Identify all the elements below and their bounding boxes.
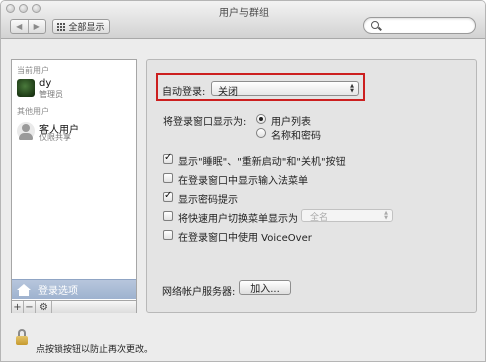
gear-icon[interactable]: ⚙ <box>36 301 52 313</box>
checkbox-show-power-buttons-label: 显示"睡眠"、"重新启动"和"关机"按钮 <box>178 157 346 168</box>
user-row-guest[interactable]: 客人用户 仅限共享 <box>12 119 136 144</box>
checkbox-fast-user-switch-label: 将快速用户切换菜单显示为 <box>178 214 298 225</box>
login-options-label: 登录选项 <box>38 286 78 297</box>
auto-login-value: 关闭 <box>218 87 238 98</box>
other-users-heading: 其他用户 <box>17 107 49 116</box>
fast-switch-value: 全名 <box>310 213 329 223</box>
radio-name-password-label: 名称和密码 <box>271 131 321 142</box>
guest-avatar-icon <box>17 122 35 140</box>
checkbox-fast-user-switch[interactable] <box>163 211 173 221</box>
user-row-dy[interactable]: dy 管理员 <box>12 76 136 101</box>
back-arrow-icon[interactable]: ◀ <box>11 20 28 33</box>
checkbox-password-hints[interactable] <box>163 190 173 202</box>
fast-switch-popup[interactable]: 全名 ▲ ▼ <box>301 209 393 223</box>
radio-user-list[interactable] <box>256 114 266 124</box>
login-options-item[interactable]: 登录选项 <box>12 279 136 299</box>
login-options-panel: 自动登录: 关闭 ▲▼ 将登录窗口显示为: 用户列表 名称和密码 显示"睡眠"、… <box>146 59 477 313</box>
preferences-window: 用户与群组 ◀ ▶ 全部显示 当前用户 dy 管理员 其他用户 客人用户 仅限共… <box>0 0 486 362</box>
user-role: 管理员 <box>39 90 63 99</box>
search-icon <box>371 21 379 29</box>
popup-arrows-icon: ▲ ▼ <box>350 83 354 94</box>
users-sidebar: 当前用户 dy 管理员 其他用户 客人用户 仅限共享 登录选项 + − ⚙ <box>11 59 137 313</box>
checkbox-password-hints-label: 显示密码提示 <box>178 195 238 206</box>
user-role: 仅限共享 <box>39 133 71 142</box>
sidebar-toolbar: + − ⚙ <box>12 300 136 313</box>
auto-login-label: 自动登录: <box>162 87 206 98</box>
navigation-segment: ◀ ▶ <box>10 19 46 34</box>
checkbox-input-menu[interactable] <box>163 173 173 183</box>
lock-instruction-text: 点按锁按钮以防止再次更改。 <box>36 345 154 355</box>
user-avatar <box>17 79 35 97</box>
remove-user-button[interactable]: − <box>24 301 36 313</box>
display-as-label: 将登录窗口显示为: <box>163 117 247 128</box>
grid-icon <box>57 22 66 31</box>
search-field[interactable] <box>363 17 476 34</box>
user-name: dy <box>39 78 52 89</box>
title-bar: 用户与群组 ◀ ▶ 全部显示 <box>1 1 485 39</box>
join-button[interactable]: 加入... <box>239 280 291 295</box>
checkbox-show-power-buttons[interactable] <box>163 152 173 164</box>
current-user-heading: 当前用户 <box>17 66 49 75</box>
radio-name-password[interactable] <box>256 128 266 138</box>
checkbox-voiceover[interactable] <box>163 230 173 240</box>
house-icon <box>17 283 31 296</box>
show-all-button[interactable]: 全部显示 <box>52 19 110 34</box>
checkbox-input-menu-label: 在登录窗口中显示输入法菜单 <box>178 176 308 187</box>
radio-user-list-label: 用户列表 <box>271 117 311 128</box>
popup-arrows-icon: ▲ ▼ <box>384 210 388 221</box>
auto-login-popup[interactable]: 关闭 ▲ ▼ <box>211 81 359 98</box>
lock-icon[interactable] <box>16 329 28 345</box>
forward-arrow-icon[interactable]: ▶ <box>27 20 46 33</box>
checkbox-voiceover-label: 在登录窗口中使用 VoiceOver <box>178 233 312 244</box>
add-user-button[interactable]: + <box>12 301 24 313</box>
show-all-label: 全部显示 <box>68 23 105 33</box>
network-server-label: 网络帐户服务器: <box>162 287 236 298</box>
